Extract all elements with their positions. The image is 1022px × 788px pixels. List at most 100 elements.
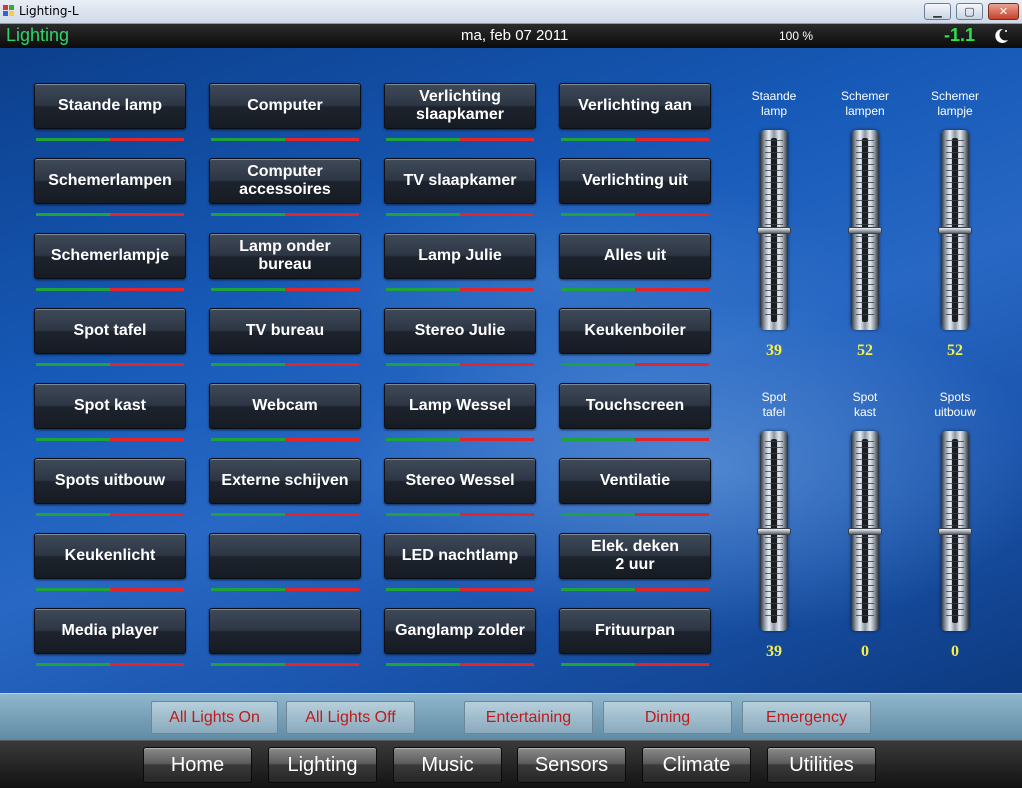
nav-utilities-button[interactable]: Utilities	[767, 747, 876, 783]
status-off-segment	[285, 588, 359, 591]
light-button[interactable]: Externe schijven	[209, 458, 361, 504]
light-button[interactable]: Lamp onder bureau	[209, 233, 361, 279]
light-button[interactable]: Verlichting uit	[559, 158, 711, 204]
status-on-segment	[561, 288, 635, 291]
light-status-indicator	[386, 138, 534, 141]
light-button-label: Spot tafel	[73, 322, 147, 339]
light-button[interactable]: Spot tafel	[34, 308, 186, 354]
light-button[interactable]: Stereo Julie	[384, 308, 536, 354]
status-off-segment	[635, 663, 709, 666]
temperature-display: -1.1	[944, 25, 976, 45]
light-button[interactable]: Computer accessoires	[209, 158, 361, 204]
slider-thumb[interactable]	[757, 528, 791, 535]
dimmer-slider[interactable]	[938, 431, 972, 631]
status-on-segment	[211, 513, 285, 516]
status-on-segment	[36, 288, 110, 291]
light-button[interactable]: Touchscreen	[559, 383, 711, 429]
dimmer-slider[interactable]	[848, 130, 882, 330]
light-button[interactable]: Lamp Julie	[384, 233, 536, 279]
light-button-label: Lamp Wessel	[409, 397, 511, 414]
light-button[interactable]: Media player	[34, 608, 186, 654]
slider-thumb[interactable]	[757, 227, 791, 234]
light-button[interactable]: TV bureau	[209, 308, 361, 354]
light-button[interactable]: Elek. deken 2 uur	[559, 533, 711, 579]
light-status-indicator	[36, 588, 184, 591]
light-button-label: Ganglamp zolder	[395, 622, 525, 639]
status-on-segment	[386, 513, 460, 516]
status-off-segment	[110, 663, 184, 666]
light-button-label: Computer	[247, 97, 323, 114]
light-button[interactable]: Webcam	[209, 383, 361, 429]
status-on-segment	[36, 588, 110, 591]
light-button[interactable]: Spots uitbouw	[34, 458, 186, 504]
lighting-panel: Staande lamp Schemerlampen Schemerlampje Sp…	[0, 48, 1022, 693]
all-lights-off-button[interactable]: All Lights Off	[286, 701, 415, 734]
light-status-indicator	[386, 588, 534, 591]
close-button[interactable]: ✕	[988, 3, 1019, 20]
light-button[interactable]: Ganglamp zolder	[384, 608, 536, 654]
light-button[interactable]	[209, 533, 361, 579]
light-button[interactable]: TV slaapkamer	[384, 158, 536, 204]
moon-icon[interactable]	[991, 26, 1011, 46]
nav-lighting-button[interactable]: Lighting	[268, 747, 377, 783]
status-on-segment	[561, 663, 635, 666]
light-button[interactable]: Frituurpan	[559, 608, 711, 654]
nav-climate-button[interactable]: Climate	[642, 747, 751, 783]
dimmer-slider[interactable]	[757, 130, 791, 330]
light-button[interactable]: LED nachtlamp	[384, 533, 536, 579]
light-button[interactable]: Schemerlampje	[34, 233, 186, 279]
light-status-indicator	[36, 213, 184, 216]
minimize-button[interactable]: ▁	[924, 3, 951, 20]
light-button-label: Ventilatie	[599, 472, 671, 489]
light-status-indicator	[386, 438, 534, 441]
light-button[interactable]: Verlichting slaapkamer	[384, 83, 536, 129]
status-off-segment	[285, 438, 359, 441]
nav-sensors-button[interactable]: Sensors	[517, 747, 626, 783]
dimmer-label: Schemer lampje	[930, 89, 980, 118]
dimmer-slider[interactable]	[938, 130, 972, 330]
light-status-indicator	[211, 138, 359, 141]
light-button[interactable]: Spot kast	[34, 383, 186, 429]
nav-music-button[interactable]: Music	[393, 747, 502, 783]
light-status-indicator	[386, 513, 534, 516]
light-button[interactable]: Keukenlicht	[34, 533, 186, 579]
dimmer-value: 39	[766, 643, 782, 660]
light-button[interactable]: Schemerlampen	[34, 158, 186, 204]
status-on-segment	[386, 438, 460, 441]
all-lights-on-button[interactable]: All Lights On	[151, 701, 278, 734]
light-status-indicator	[211, 288, 359, 291]
slider-thumb[interactable]	[848, 528, 882, 535]
entertaining-button[interactable]: Entertaining	[464, 701, 593, 734]
dimmer-slider[interactable]	[848, 431, 882, 631]
dining-button[interactable]: Dining	[603, 701, 732, 734]
status-on-segment	[211, 663, 285, 666]
light-status-indicator	[211, 663, 359, 666]
light-button[interactable]: Verlichting aan	[559, 83, 711, 129]
slider-thumb[interactable]	[938, 227, 972, 234]
status-on-segment	[561, 588, 635, 591]
status-on-segment	[386, 663, 460, 666]
maximize-button[interactable]: ▢	[956, 3, 983, 20]
slider-thumb[interactable]	[848, 227, 882, 234]
nav-home-button[interactable]: Home	[143, 747, 252, 783]
light-button-label: Externe schijven	[221, 472, 349, 489]
light-button[interactable]	[209, 608, 361, 654]
emergency-button[interactable]: Emergency	[742, 701, 871, 734]
light-button[interactable]: Computer	[209, 83, 361, 129]
light-button[interactable]: Staande lamp	[34, 83, 186, 129]
light-button-label: Webcam	[252, 397, 318, 414]
status-on-segment	[36, 438, 110, 441]
status-off-segment	[110, 288, 184, 291]
dimmer-slider[interactable]	[757, 431, 791, 631]
light-button-label: Spots uitbouw	[54, 472, 166, 489]
light-button-label: Lamp Julie	[418, 247, 502, 264]
light-button-label: Staande lamp	[57, 97, 163, 114]
light-button[interactable]: Lamp Wessel	[384, 383, 536, 429]
light-button[interactable]: Stereo Wessel	[384, 458, 536, 504]
light-button[interactable]: Keukenboiler	[559, 308, 711, 354]
light-button[interactable]: Ventilatie	[559, 458, 711, 504]
slider-thumb[interactable]	[938, 528, 972, 535]
app-icon	[3, 5, 15, 17]
status-off-segment	[110, 213, 184, 216]
light-button[interactable]: Alles uit	[559, 233, 711, 279]
